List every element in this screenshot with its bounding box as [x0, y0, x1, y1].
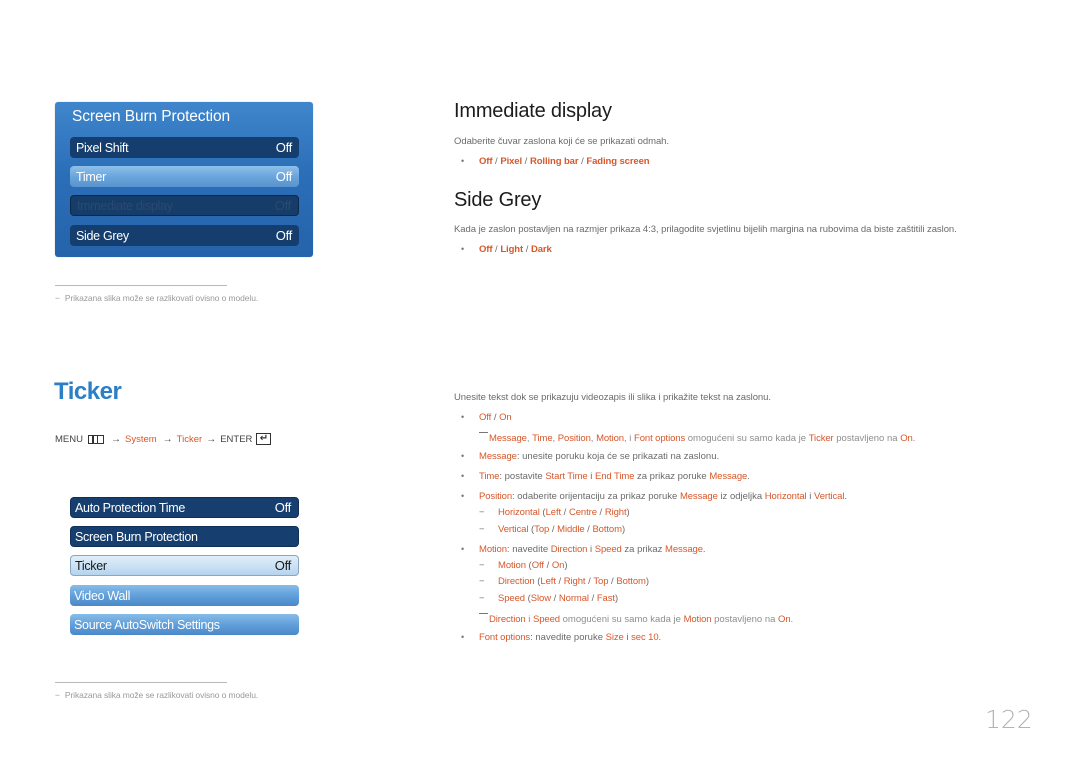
osd-row-label: Side Grey: [76, 228, 129, 243]
osd-row-timer: Timer Off: [70, 166, 299, 187]
footnote-top: − Prikazana slika može se razlikovati ovi…: [55, 293, 258, 303]
ticker-position: • Position: odaberite orijentaciju za pr…: [454, 491, 847, 502]
motion-direction: − Direction (Left / Right / Top / Bottom…: [479, 576, 650, 587]
motion-speed: − Speed (Slow / Normal / Fast): [479, 593, 619, 604]
osd-row-label: Timer: [76, 169, 106, 184]
menu-path: MENU → System → Ticker → ENTER ↵: [55, 433, 272, 445]
immediate-display-heading: Immediate display: [454, 100, 612, 122]
bullet-icon: •: [461, 412, 465, 422]
osd-row-label: Immediate display: [77, 198, 173, 213]
page-number: 122: [985, 705, 1033, 734]
bullet-icon: •: [461, 471, 465, 481]
osd-row-value: Off: [275, 140, 293, 155]
footnote-text: Prikazana slika može se razlikovati ovis…: [64, 293, 259, 303]
side-grey-options: • Off / Light / Dark: [454, 244, 552, 255]
position-horizontal: − Horizontal (Left / Centre / Right): [479, 507, 630, 518]
immediate-display-options: • Off / Pixel / Rolling bar / Fading scr…: [454, 156, 650, 167]
note-icon: [479, 432, 488, 433]
osd-row-pixel-shift: Pixel Shift Off: [70, 137, 299, 158]
menu-row-auto-protection-time: Auto Protection Time Off: [70, 497, 299, 518]
ticker-time: • Time: postavite Start Time i End Time …: [454, 471, 750, 482]
bullet-icon: •: [461, 491, 465, 501]
bullet-icon: •: [461, 244, 465, 254]
option: Fading screen: [586, 156, 650, 167]
osd-row-side-grey: Side Grey Off: [70, 225, 299, 246]
menu-row-label: Ticker: [75, 558, 107, 573]
ticker-note-2: Direction i Speed omogućeni su samo kada…: [479, 613, 793, 625]
bullet-icon: •: [461, 544, 465, 554]
dash-icon: −: [479, 524, 485, 535]
option: Off: [479, 156, 493, 167]
bullet-icon: •: [461, 156, 465, 166]
menu-row-label: Video Wall: [74, 588, 131, 603]
option: Pixel: [500, 156, 523, 167]
menu-path-system: System: [124, 433, 157, 445]
osd-row-value: Off: [275, 228, 293, 243]
osd-row-label: Pixel Shift: [76, 140, 129, 155]
footnote-text: Prikazana slika može se razlikovati ovis…: [64, 690, 259, 700]
motion-onoff: − Motion (Off / On): [479, 560, 568, 571]
dash-icon: −: [479, 593, 485, 604]
osd-row-immediate-display: Immediate display Off: [70, 195, 299, 216]
bullet-icon: •: [461, 632, 465, 642]
menu-row-value: Off: [274, 558, 292, 573]
option: Light: [500, 244, 524, 255]
menu-row-ticker: Ticker Off: [70, 555, 299, 576]
ticker-motion: • Motion: navedite Direction i Speed za …: [454, 544, 706, 555]
footnote-dash: −: [55, 293, 60, 303]
menu-path-ticker: Ticker: [176, 433, 203, 445]
menu-row-label: Screen Burn Protection: [75, 529, 198, 544]
dash-icon: −: [479, 507, 485, 518]
menu-label: MENU: [55, 433, 83, 445]
immediate-display-description: Odaberite čuvar zaslona koji će se prika…: [454, 136, 670, 147]
bullet-icon: •: [461, 451, 465, 461]
option: On: [499, 412, 512, 423]
option: Off: [479, 412, 492, 423]
dash-icon: −: [479, 560, 485, 571]
footnote-bottom: − Prikazana slika može se razlikovati ovi…: [55, 690, 258, 700]
position-vertical: − Vertical (Top / Middle / Bottom): [479, 524, 626, 535]
menu-row-label: Auto Protection Time: [75, 500, 186, 515]
menu-icon: [87, 434, 104, 444]
arrow-icon: →: [110, 433, 121, 445]
enter-label: ENTER: [220, 433, 253, 445]
arrow-icon: →: [206, 433, 217, 445]
ticker-message: • Message: unesite poruku koja će se pri…: [454, 451, 719, 462]
footnote-dash: −: [55, 690, 60, 700]
ticker-font-options: • Font options: navedite poruke Size i s…: [454, 632, 661, 643]
menu-row-source-autoswitch-settings: Source AutoSwitch Settings: [70, 614, 299, 635]
osd-row-value: Off: [274, 198, 292, 213]
footnote-divider: [55, 682, 227, 683]
dash-icon: −: [479, 576, 485, 587]
menu-row-value: Off: [274, 500, 292, 515]
footnote-divider: [55, 285, 227, 286]
note-icon: [479, 613, 488, 614]
menu-row-label: Source AutoSwitch Settings: [74, 617, 220, 632]
screen-burn-protection-osd: Screen Burn Protection Pixel Shift Off T…: [55, 102, 313, 257]
option: Off: [479, 244, 493, 255]
menu-row-video-wall: Video Wall: [70, 585, 299, 606]
ticker-intro: Unesite tekst dok se prikazuju videozapi…: [454, 392, 771, 403]
ticker-note-1: Message, Time, Position, Motion, i Font …: [479, 432, 915, 444]
menu-row-screen-burn-protection: Screen Burn Protection: [70, 526, 299, 547]
ticker-onoff: • Off / On: [454, 412, 512, 423]
ticker-title: Ticker: [54, 378, 122, 405]
option: Rolling bar: [529, 156, 579, 167]
osd-title: Screen Burn Protection: [72, 108, 231, 125]
arrow-icon: →: [162, 433, 173, 445]
side-grey-heading: Side Grey: [454, 189, 542, 211]
side-grey-description: Kada je zaslon postavljen na razmjer pri…: [454, 224, 957, 235]
osd-row-value: Off: [275, 169, 293, 184]
option: Dark: [530, 244, 552, 255]
enter-icon: ↵: [256, 433, 272, 445]
